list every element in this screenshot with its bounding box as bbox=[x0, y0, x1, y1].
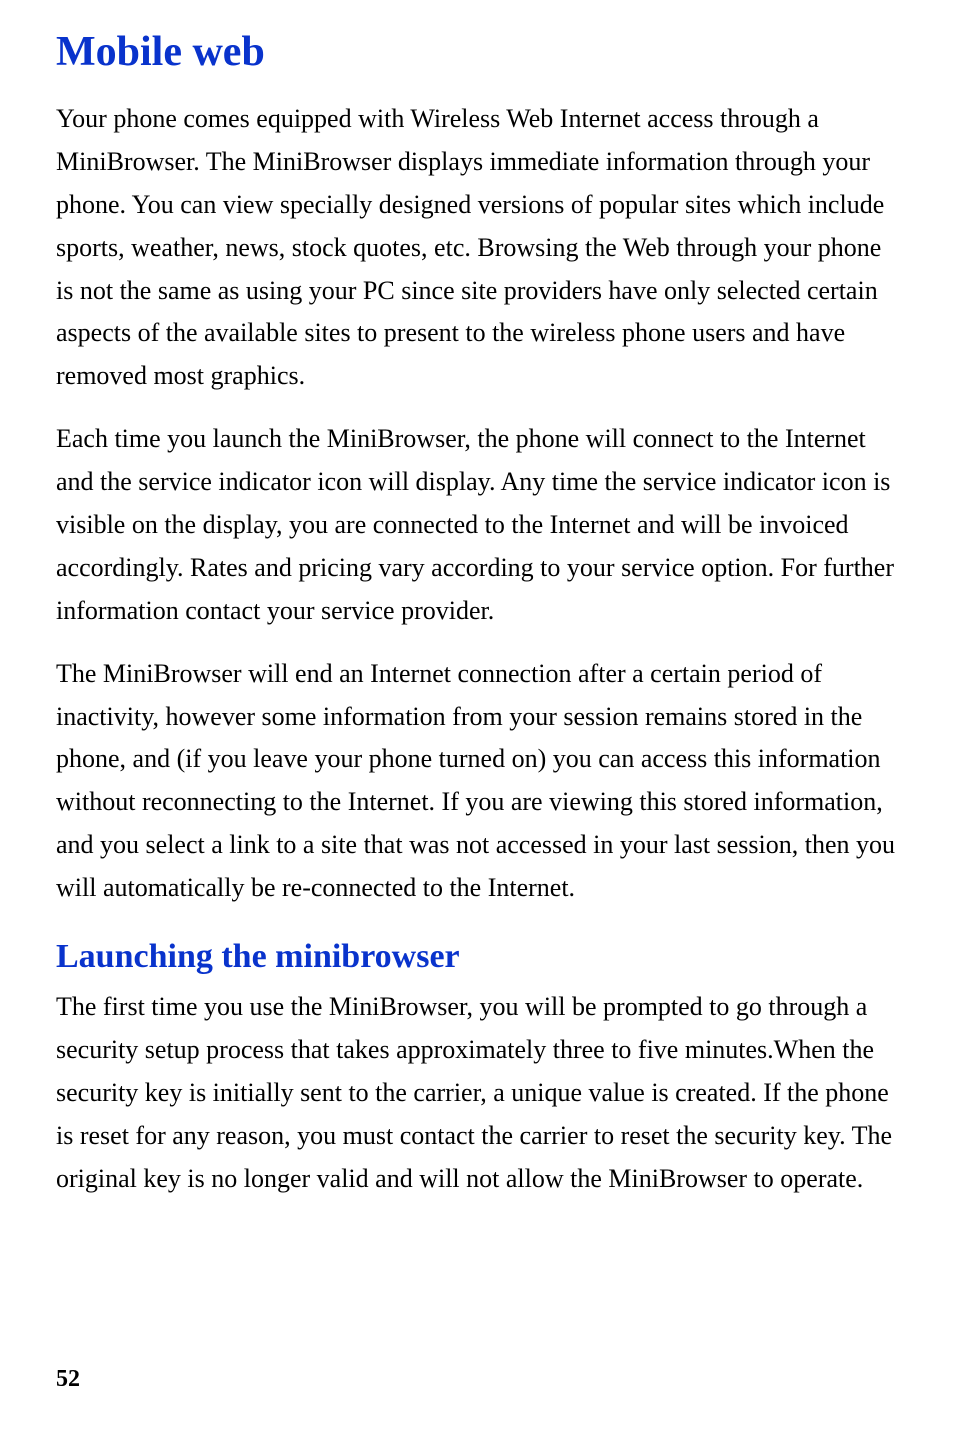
page-number: 52 bbox=[56, 1366, 80, 1393]
section-paragraph: The first time you use the MiniBrowser, … bbox=[56, 986, 898, 1200]
body-paragraph-2: Each time you launch the MiniBrowser, th… bbox=[56, 418, 898, 632]
section-heading: Launching the minibrowser bbox=[56, 938, 898, 976]
body-paragraph-3: The MiniBrowser will end an Internet con… bbox=[56, 653, 898, 910]
body-paragraph-1: Your phone comes equipped with Wireless … bbox=[56, 98, 898, 398]
page-title: Mobile web bbox=[56, 28, 898, 76]
